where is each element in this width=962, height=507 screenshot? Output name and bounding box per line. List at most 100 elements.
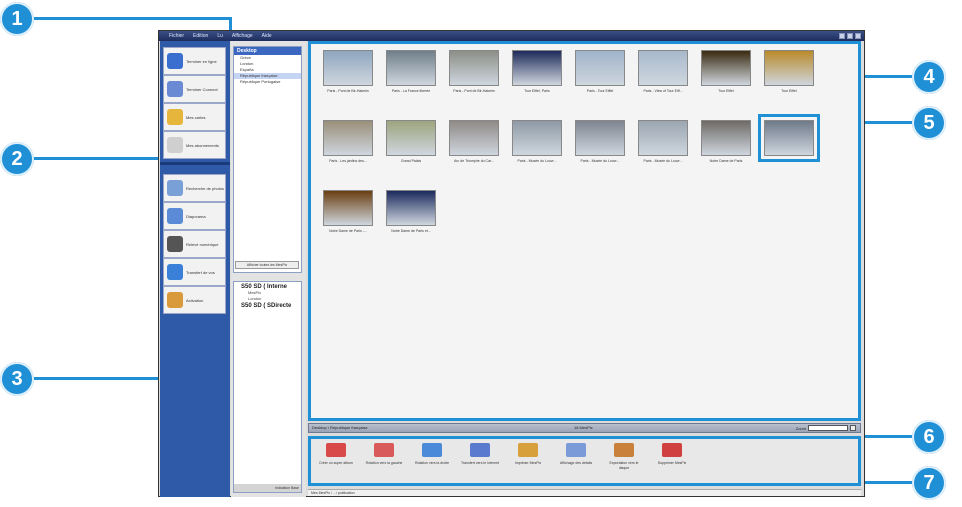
toolbar-print[interactable]: Imprimer MesPix	[509, 443, 547, 466]
photo-thumbnail[interactable]: Notre Dame de Paris et...	[377, 190, 445, 233]
status-count: 18 MesPix	[574, 425, 593, 430]
task-button-globe[interactable]: Terminer en ligne	[163, 47, 226, 75]
transfer-internet-icon	[470, 443, 490, 457]
task-button-label: Recherche de photos	[186, 185, 225, 191]
callout-7: 7	[912, 466, 946, 500]
task-button-label: Transfert de vos	[186, 269, 215, 275]
photo-image[interactable]	[386, 50, 436, 86]
photo-caption: Arc de Triomphe du Car...	[454, 159, 494, 163]
camera-tree: S50 SD ( Interne MesPix London S50 SD ( …	[233, 281, 302, 493]
photo-thumbnail[interactable]: Paris - Pont de Bir-Hakeim	[440, 50, 508, 93]
menu-item[interactable]: Affichage	[232, 31, 253, 41]
folder-tree-header[interactable]: Desktop	[234, 47, 301, 55]
photo-thumbnail[interactable]: Notre Dame de Paris -...	[314, 190, 382, 233]
menu-item[interactable]: Aide	[262, 31, 272, 41]
photo-image[interactable]	[323, 120, 373, 156]
photo-image[interactable]	[764, 50, 814, 86]
photo-caption: Notre Dame de Paris -...	[329, 229, 367, 233]
task-button-slideshow[interactable]: Diaporama	[163, 202, 226, 230]
photo-image[interactable]	[512, 50, 562, 86]
globe-icon	[167, 53, 183, 69]
photo-thumbnail[interactable]	[755, 114, 823, 162]
menu-item[interactable]: Fichier	[169, 31, 184, 41]
photo-image[interactable]	[323, 50, 373, 86]
photo-thumbnail[interactable]: Paris - Musée du Louvr...	[566, 120, 634, 163]
photo-image[interactable]	[638, 120, 688, 156]
callout-4-line	[860, 75, 912, 78]
task-button-label: Activation	[186, 297, 204, 303]
folder-tree-item[interactable]: République Portugaise	[234, 79, 301, 85]
photo-thumbnail[interactable]: Tour Eiffel	[755, 50, 823, 93]
task-button-document[interactable]: Mes abonnements	[163, 131, 226, 159]
zoom-control: Zoom	[796, 425, 856, 431]
minimize-icon[interactable]	[839, 33, 845, 39]
callout-2: 2	[0, 142, 34, 176]
toolbar-delete[interactable]: Supprimer MesPix	[653, 443, 691, 466]
photo-thumbnail[interactable]: Tour Eiffel, Paris	[503, 50, 571, 93]
photo-caption: Paris - Pont de Bir-Hakeim	[327, 89, 369, 93]
task-button-person[interactable]: Activation	[163, 286, 226, 314]
toolbar-album-add[interactable]: Créer un super album	[317, 443, 355, 466]
task-button-film[interactable]: Relevé numérique	[163, 230, 226, 258]
photo-image[interactable]	[386, 190, 436, 226]
photo-thumbnail[interactable]: Paris - Musée du Louvr...	[629, 120, 697, 163]
menu-item[interactable]: Lu	[217, 31, 223, 41]
photo-thumbnail[interactable]: Grand Palais	[377, 120, 445, 163]
camera-sd-card[interactable]: S50 SD ( SDirecte	[234, 302, 301, 309]
task-button-transfer[interactable]: Transfert de vos	[163, 258, 226, 286]
photo-image[interactable]	[758, 114, 820, 162]
toolbar-rotate-left[interactable]: Rotation vers la gauche	[365, 443, 403, 466]
photo-thumbnail[interactable]: Paris - View of Tour Eiff...	[629, 50, 697, 93]
toolbar: Créer un super album Rotation vers la gau…	[308, 436, 861, 486]
task-panel-divider	[160, 162, 230, 165]
photo-thumbnail[interactable]: Paris - Les jardins des...	[314, 120, 382, 163]
person-icon	[167, 292, 183, 308]
status-bar: Desktop \ République française 18 MesPix…	[308, 423, 861, 433]
path-bar: Mes MesPix \ ...\ publication	[308, 489, 861, 496]
toolbar-label: Supprimer MesPix	[657, 461, 687, 465]
zoom-slider[interactable]	[808, 425, 848, 431]
menu-item[interactable]: Edition	[193, 31, 208, 41]
status-path: Desktop \ République française	[312, 425, 368, 430]
photo-thumbnail[interactable]: Arc de Triomphe du Car...	[440, 120, 508, 163]
camera-internal[interactable]: S50 SD ( Interne	[234, 282, 301, 290]
task-button-photo-search[interactable]: Recherche de photos	[163, 174, 226, 202]
toolbar-export[interactable]: Exportation vers le disque	[605, 443, 643, 470]
toolbar-rotate-right[interactable]: Rotation vers la droite	[413, 443, 451, 466]
image-browser[interactable]: Paris - Pont de Bir-Hakeim Paris - La Fra…	[308, 41, 861, 421]
toolbar-label: Imprimer MesPix	[514, 461, 542, 465]
show-all-button[interactable]: Afficher toutes les MesPix	[235, 261, 299, 269]
photo-image[interactable]	[323, 190, 373, 226]
zoom-label: Zoom	[795, 425, 806, 431]
details-icon	[566, 443, 586, 457]
task-button-cards[interactable]: Mes cartes	[163, 103, 226, 131]
photo-thumbnail[interactable]: Paris - Musée du Louvr...	[503, 120, 571, 163]
photo-thumbnail[interactable]: Paris - La France liberée	[377, 50, 445, 93]
photo-thumbnail[interactable]: Paris - Pont de Bir-Hakeim	[314, 50, 382, 93]
photo-image[interactable]	[575, 120, 625, 156]
callout-6: 6	[912, 420, 946, 454]
photo-thumbnail[interactable]: Tour Eiffel	[692, 50, 760, 93]
photo-image[interactable]	[701, 120, 751, 156]
photo-image[interactable]	[575, 50, 625, 86]
callout-3: 3	[0, 362, 34, 396]
photo-image[interactable]	[449, 50, 499, 86]
photo-image[interactable]	[512, 120, 562, 156]
close-icon[interactable]	[855, 33, 861, 39]
task-button-magnifier[interactable]: Terminer Connect	[163, 75, 226, 103]
photo-image[interactable]	[449, 120, 499, 156]
toolbar-details[interactable]: Affichage des détails	[557, 443, 595, 466]
zoom-button[interactable]	[850, 425, 856, 431]
photo-image[interactable]	[386, 120, 436, 156]
toolbar-transfer-internet[interactable]: Transfert vers le Internet	[461, 443, 499, 466]
photo-caption: Paris - Musée du Louvr...	[580, 159, 620, 163]
photo-image[interactable]	[638, 50, 688, 86]
photo-image[interactable]	[701, 50, 751, 86]
task-button-label: Terminer Connect	[186, 86, 218, 92]
maximize-icon[interactable]	[847, 33, 853, 39]
camera-tree-footer: Indication Base	[234, 484, 301, 492]
photo-thumbnail[interactable]: Paris - Tour Eiffel	[566, 50, 634, 93]
photo-thumbnail[interactable]: Notre Dame de Paris	[692, 120, 760, 163]
magnifier-icon	[167, 81, 183, 97]
folder-panel: Desktop Grèce London España République fran…	[231, 41, 306, 497]
